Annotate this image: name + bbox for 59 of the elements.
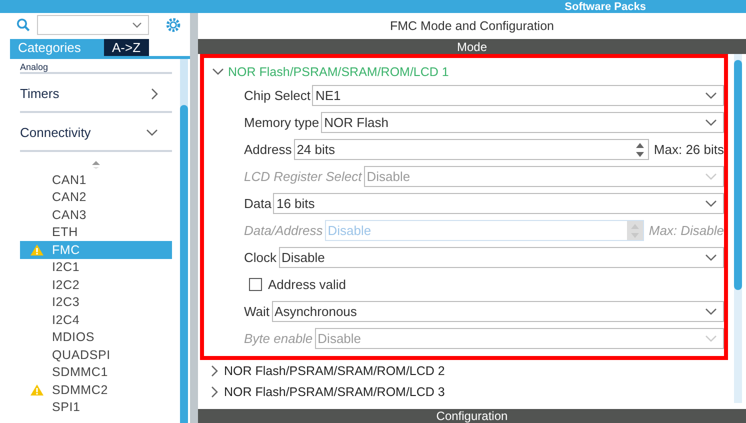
checkbox-label: Address valid xyxy=(268,277,346,292)
checkbox[interactable] xyxy=(249,278,262,291)
group-header[interactable]: NOR Flash/PSRAM/SRAM/ROM/LCD 3 xyxy=(200,381,728,402)
max-label: Max: Disable xyxy=(648,223,724,238)
peripheral-item[interactable]: SDMMC2 xyxy=(20,381,172,398)
caret-icon xyxy=(705,200,717,207)
caret-icon xyxy=(705,173,717,180)
peripheral-item[interactable]: SDMMC1 xyxy=(20,364,172,381)
caret-icon xyxy=(705,335,717,342)
caret-icon xyxy=(705,254,717,261)
search-field[interactable] xyxy=(36,15,150,35)
category-item[interactable]: Timers xyxy=(20,74,172,113)
dropdown[interactable]: Asynchronous xyxy=(272,301,724,322)
peripheral-item[interactable]: SPI1 xyxy=(20,398,172,416)
settings-icon[interactable] xyxy=(165,16,182,34)
chevron-right-icon xyxy=(210,386,218,398)
field-label: Data xyxy=(244,196,272,211)
field-label: LCD Register Select xyxy=(244,169,362,184)
search-icon[interactable] xyxy=(16,17,31,33)
peripheral-item[interactable]: I2C2 xyxy=(20,276,172,294)
peripheral-item[interactable]: MDIOS xyxy=(20,328,172,346)
field-label: Memory type xyxy=(244,115,320,130)
scroll-up-icon[interactable] xyxy=(92,160,100,170)
caret-icon xyxy=(705,119,717,126)
spin-field[interactable]: 24 bits xyxy=(294,139,649,160)
peripheral-item[interactable]: I2C1 xyxy=(20,258,172,276)
dropdown[interactable]: 16 bits xyxy=(273,193,724,214)
section-header: Mode xyxy=(198,39,746,54)
peripheral-item[interactable]: CAN2 xyxy=(20,188,172,206)
dropdown[interactable]: NE1 xyxy=(312,85,724,106)
group-header[interactable]: NOR Flash/PSRAM/SRAM/ROM/LCD 2 xyxy=(200,360,728,381)
scrollbar[interactable] xyxy=(734,54,742,403)
category-item[interactable]: Connectivity xyxy=(20,113,172,152)
peripheral-item[interactable]: CAN1 xyxy=(20,171,172,188)
category-item[interactable]: Analog xyxy=(20,59,172,74)
scrollbar-thumb[interactable] xyxy=(734,60,742,290)
caret-icon xyxy=(705,308,717,315)
field-label: Wait xyxy=(244,304,270,319)
tab[interactable]: A->Z xyxy=(104,39,149,56)
field-label: Address xyxy=(244,142,292,157)
peripheral-item[interactable]: I2C4 xyxy=(20,311,172,328)
field-label: Chip Select xyxy=(244,88,310,103)
section-header: Configuration xyxy=(198,409,746,423)
field-label: Byte enable xyxy=(244,331,313,346)
chevron-down-icon xyxy=(212,68,224,75)
field-label: Data/Address xyxy=(244,223,323,238)
caret-icon xyxy=(132,22,142,28)
dropdown[interactable]: Disable xyxy=(278,247,724,268)
field-label: Clock xyxy=(244,250,277,265)
chevron-right-icon xyxy=(210,364,218,376)
caret-icon xyxy=(705,92,717,99)
spinner-arrows-icon[interactable] xyxy=(634,142,645,158)
peripheral-item[interactable]: CAN3 xyxy=(20,206,172,224)
header-title: Software Packs xyxy=(564,0,646,12)
peripheral-item[interactable]: QUADSPI xyxy=(20,346,172,364)
peripheral-item[interactable]: ETH xyxy=(20,224,172,241)
peripheral-item[interactable]: I2C3 xyxy=(20,294,172,311)
dropdown[interactable]: NOR Flash xyxy=(321,112,724,133)
max-label: Max: 26 bits xyxy=(654,142,724,157)
